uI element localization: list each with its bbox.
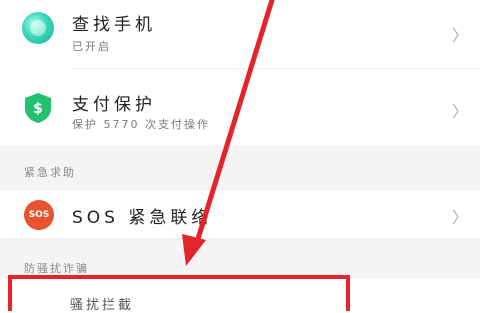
annotation-arrow [182,0,275,266]
